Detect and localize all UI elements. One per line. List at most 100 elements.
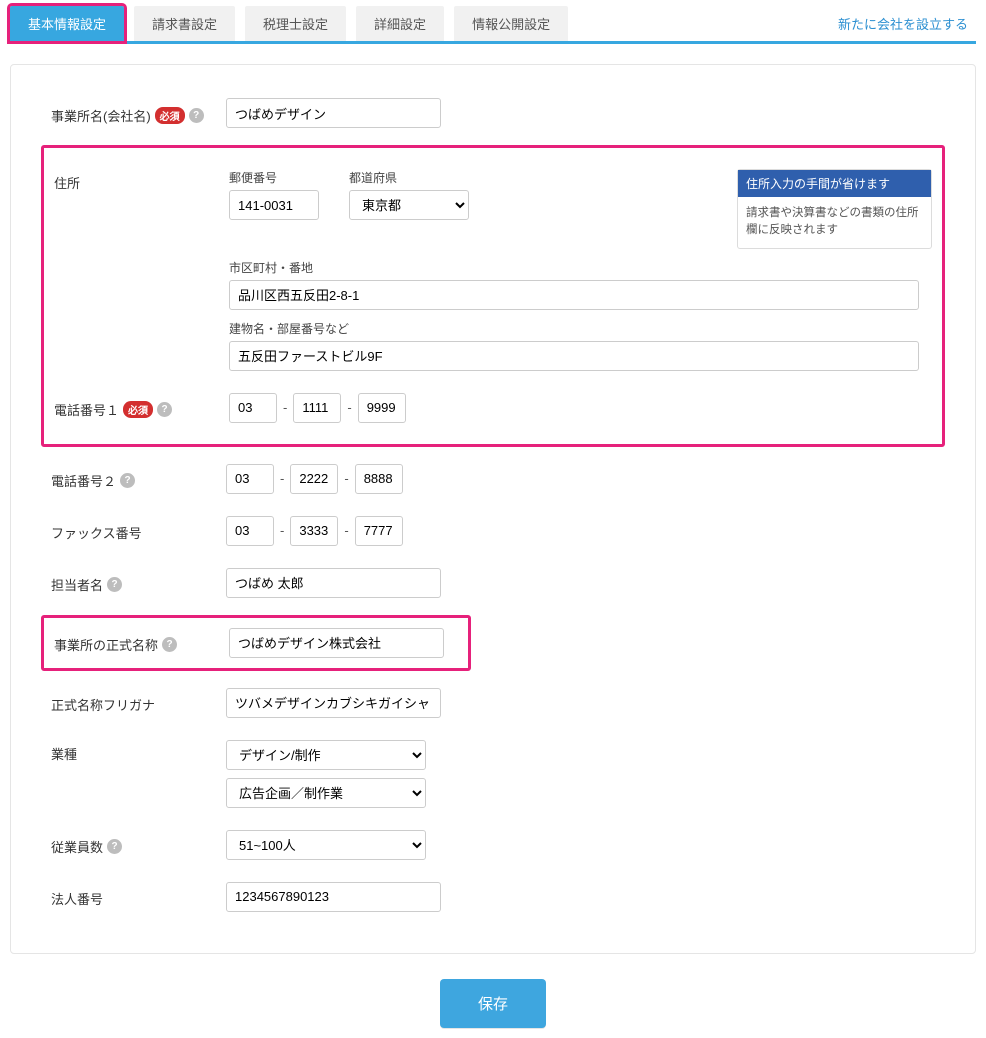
- field-phone1: - -: [229, 393, 932, 423]
- note-title: 住所入力の手間が省けます: [738, 170, 931, 197]
- tab-public[interactable]: 情報公開設定: [454, 6, 568, 41]
- prefecture-select[interactable]: 東京都: [349, 190, 469, 220]
- separator: -: [344, 523, 348, 538]
- row-corp-number: 法人番号: [51, 871, 935, 923]
- contact-input[interactable]: [226, 568, 441, 598]
- save-button[interactable]: 保存: [440, 979, 546, 1028]
- label-text: 住所: [54, 173, 80, 192]
- row-official-kana: 正式名称フリガナ: [51, 677, 935, 729]
- field-company-name: [226, 98, 935, 128]
- row-address: 住所 郵便番号 都道府県 東京都: [54, 158, 932, 382]
- help-icon[interactable]: ?: [107, 577, 122, 592]
- field-contact: [226, 568, 935, 598]
- field-address: 郵便番号 都道府県 東京都 住所入力の手間が省けます 請求書や決算書などの書類の…: [229, 169, 932, 371]
- row-company-name: 事業所名(会社名) 必須 ?: [51, 87, 935, 139]
- address-note: 住所入力の手間が省けます 請求書や決算書などの書類の住所欄に反映されます: [737, 169, 932, 249]
- tab-basic[interactable]: 基本情報設定: [10, 6, 124, 41]
- required-badge: 必須: [123, 401, 153, 418]
- field-industry: デザイン/制作 広告企画／制作業: [226, 740, 935, 808]
- corp-number-input[interactable]: [226, 882, 441, 912]
- row-phone2: 電話番号２ ? - -: [51, 453, 935, 505]
- postal-block: 郵便番号: [229, 169, 319, 220]
- field-employees: 51~100人: [226, 830, 935, 860]
- top-bar: 基本情報設定 請求書設定 税理士設定 詳細設定 情報公開設定 新たに会社を設立す…: [10, 0, 976, 44]
- phone1-c-input[interactable]: [358, 393, 406, 423]
- label-text: 担当者名: [51, 575, 103, 594]
- label-text: 事業所名(会社名): [51, 106, 151, 125]
- phone1-b-input[interactable]: [293, 393, 341, 423]
- prefecture-block: 都道府県 東京都: [349, 169, 469, 220]
- label-address: 住所: [54, 169, 229, 192]
- help-icon[interactable]: ?: [157, 402, 172, 417]
- help-icon[interactable]: ?: [107, 839, 122, 854]
- label-industry: 業種: [51, 740, 226, 763]
- company-name-input[interactable]: [226, 98, 441, 128]
- employees-select[interactable]: 51~100人: [226, 830, 426, 860]
- city-input[interactable]: [229, 280, 919, 310]
- label-phone2: 電話番号２ ?: [51, 467, 226, 490]
- tab-invoice[interactable]: 請求書設定: [134, 6, 235, 41]
- label-corp-number: 法人番号: [51, 885, 226, 908]
- fax-b-input[interactable]: [290, 516, 338, 546]
- official-kana-input[interactable]: [226, 688, 441, 718]
- help-icon[interactable]: ?: [162, 637, 177, 652]
- save-area: 保存: [10, 954, 976, 1038]
- phone1-a-input[interactable]: [229, 393, 277, 423]
- field-phone2: - -: [226, 464, 935, 494]
- row-contact: 担当者名 ?: [51, 557, 935, 609]
- highlight-address-phone: 住所 郵便番号 都道府県 東京都: [41, 145, 945, 447]
- label-official-name: 事業所の正式名称 ?: [54, 631, 229, 654]
- row-industry: 業種 デザイン/制作 広告企画／制作業: [51, 729, 935, 819]
- label-text: 電話番号２: [51, 471, 116, 490]
- building-input[interactable]: [229, 341, 919, 371]
- settings-panel: 事業所名(会社名) 必須 ? 住所 郵便番号: [10, 64, 976, 954]
- phone2-c-input[interactable]: [355, 464, 403, 494]
- separator: -: [283, 400, 287, 415]
- phone2-b-input[interactable]: [290, 464, 338, 494]
- fax-a-input[interactable]: [226, 516, 274, 546]
- help-icon[interactable]: ?: [189, 108, 204, 123]
- label-text: ファックス番号: [51, 523, 142, 542]
- label-text: 法人番号: [51, 889, 103, 908]
- separator: -: [280, 523, 284, 538]
- new-company-link[interactable]: 新たに会社を設立する: [838, 14, 976, 33]
- phone2-a-input[interactable]: [226, 464, 274, 494]
- industry1-select[interactable]: デザイン/制作: [226, 740, 426, 770]
- field-official-kana: [226, 688, 935, 718]
- separator: -: [280, 471, 284, 486]
- tab-detail[interactable]: 詳細設定: [356, 6, 444, 41]
- label-employees: 従業員数 ?: [51, 833, 226, 856]
- label-company-name: 事業所名(会社名) 必須 ?: [51, 102, 226, 125]
- label-phone1: 電話番号１ 必須 ?: [54, 396, 229, 419]
- field-corp-number: [226, 882, 935, 912]
- label-text: 業種: [51, 744, 77, 763]
- field-fax: - -: [226, 516, 935, 546]
- highlight-official-name: 事業所の正式名称 ?: [41, 615, 471, 671]
- postal-pref-group: 郵便番号 都道府県 東京都: [229, 169, 707, 220]
- label-text: 従業員数: [51, 837, 103, 856]
- tab-tax[interactable]: 税理士設定: [245, 6, 346, 41]
- separator: -: [344, 471, 348, 486]
- tabs: 基本情報設定 請求書設定 税理士設定 詳細設定 情報公開設定: [10, 6, 568, 41]
- label-text: 電話番号１: [54, 400, 119, 419]
- row-fax: ファックス番号 - -: [51, 505, 935, 557]
- label-contact: 担当者名 ?: [51, 571, 226, 594]
- row-employees: 従業員数 ? 51~100人: [51, 819, 935, 871]
- prefecture-label: 都道府県: [349, 169, 469, 186]
- building-label: 建物名・部屋番号など: [229, 320, 932, 337]
- separator: -: [347, 400, 351, 415]
- city-block: 市区町村・番地: [229, 259, 932, 310]
- industry2-select[interactable]: 広告企画／制作業: [226, 778, 426, 808]
- fax-c-input[interactable]: [355, 516, 403, 546]
- official-name-input[interactable]: [229, 628, 444, 658]
- note-body: 請求書や決算書などの書類の住所欄に反映されます: [738, 197, 931, 248]
- postal-input[interactable]: [229, 190, 319, 220]
- address-top-row: 郵便番号 都道府県 東京都 住所入力の手間が省けます 請求書や決算書などの書類の…: [229, 169, 932, 249]
- label-official-kana: 正式名称フリガナ: [51, 691, 226, 714]
- postal-label: 郵便番号: [229, 169, 319, 186]
- label-text: 事業所の正式名称: [54, 635, 158, 654]
- help-icon[interactable]: ?: [120, 473, 135, 488]
- row-phone1: 電話番号１ 必須 ? - -: [54, 382, 932, 434]
- row-official-name: 事業所の正式名称 ?: [54, 628, 458, 658]
- required-badge: 必須: [155, 107, 185, 124]
